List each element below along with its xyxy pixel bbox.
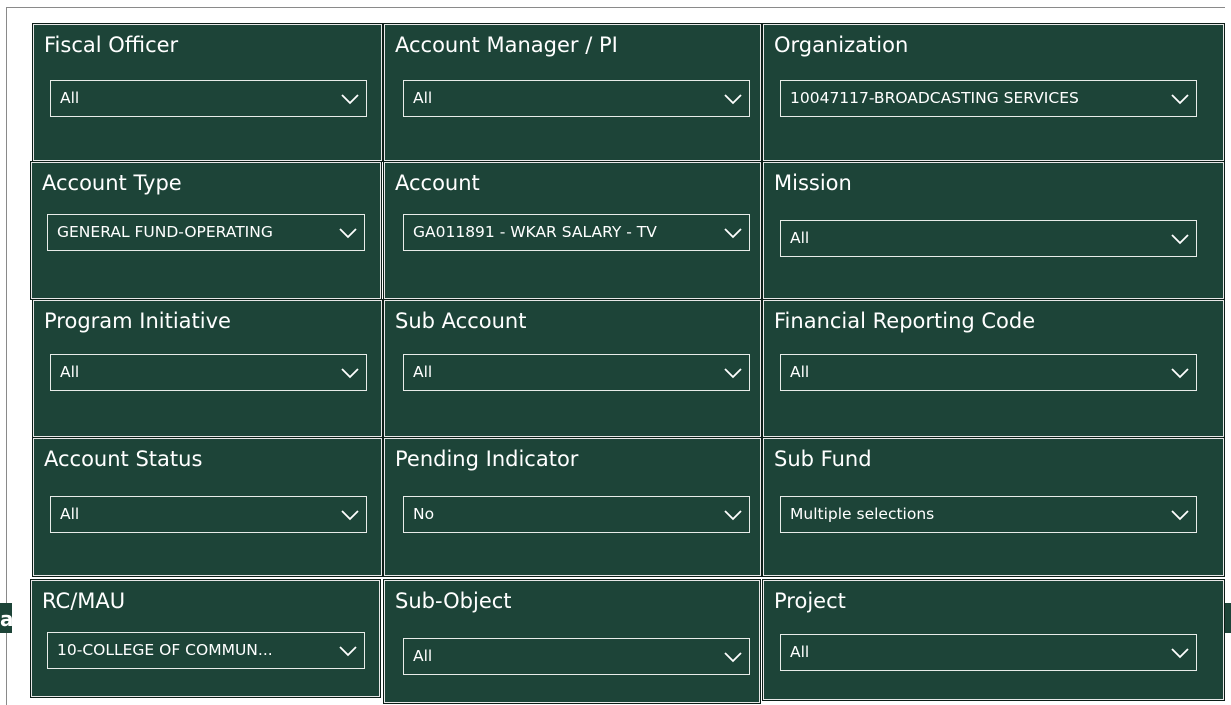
slicer-title: Program Initiative — [44, 309, 231, 333]
dropdown-value: All — [60, 505, 80, 523]
chevron-down-icon — [341, 94, 359, 105]
chevron-down-icon — [724, 228, 742, 239]
sub-account-dropdown[interactable]: All — [403, 354, 750, 391]
dropdown-value: 10-COLLEGE OF COMMUN... — [57, 641, 273, 659]
account-status-dropdown[interactable]: All — [50, 496, 367, 533]
frame-left-border — [6, 8, 7, 705]
chevron-down-icon — [339, 646, 357, 657]
chevron-down-icon — [724, 94, 742, 105]
background-label-strip: ar — [0, 603, 23, 633]
slicer-title: Account Type — [42, 171, 182, 195]
chevron-down-icon — [1171, 648, 1189, 659]
fiscal-officer-dropdown[interactable]: All — [50, 80, 367, 117]
dropdown-value: All — [413, 89, 433, 107]
dropdown-value: All — [413, 363, 433, 381]
slicer-account-manager: Account Manager / PI All — [383, 23, 762, 162]
slicer-title: Project — [774, 589, 846, 613]
dropdown-value: GENERAL FUND-OPERATING — [57, 223, 273, 241]
slicer-title: Sub Account — [395, 309, 527, 333]
sub-object-dropdown[interactable]: All — [403, 638, 750, 675]
chevron-down-icon — [724, 368, 742, 379]
slicer-account-status: Account Status All — [32, 437, 383, 577]
slicer-fiscal-officer: Fiscal Officer All — [32, 23, 383, 162]
program-initiative-dropdown[interactable]: All — [50, 354, 367, 391]
slicer-rc-mau: RC/MAU 10-COLLEGE OF COMMUN... — [30, 579, 381, 698]
dropdown-value: GA011891 - WKAR SALARY - TV — [413, 223, 657, 241]
slicer-title: Mission — [774, 171, 852, 195]
slicer-title: Financial Reporting Code — [774, 309, 1036, 333]
slicer-organization: Organization 10047117-BROADCASTING SERVI… — [762, 23, 1225, 162]
dropdown-value: 10047117-BROADCASTING SERVICES — [790, 89, 1079, 107]
slicer-sub-object: Sub-Object All — [383, 579, 761, 704]
chevron-down-icon — [341, 368, 359, 379]
dropdown-value: All — [413, 647, 433, 665]
rc-mau-dropdown[interactable]: 10-COLLEGE OF COMMUN... — [47, 632, 365, 669]
account-type-dropdown[interactable]: GENERAL FUND-OPERATING — [47, 214, 365, 251]
pending-indicator-dropdown[interactable]: No — [403, 496, 750, 533]
slicer-sub-account: Sub Account All — [383, 299, 762, 438]
chevron-down-icon — [1171, 368, 1189, 379]
chevron-down-icon — [1171, 234, 1189, 245]
background-label: ar — [0, 607, 24, 631]
slicer-financial-reporting-code: Financial Reporting Code All — [762, 299, 1225, 438]
dropdown-value: Multiple selections — [790, 505, 935, 523]
account-manager-dropdown[interactable]: All — [403, 80, 750, 117]
slicer-account-type: Account Type GENERAL FUND-OPERATING — [30, 161, 382, 300]
slicer-title: Fiscal Officer — [44, 33, 179, 57]
dropdown-value: No — [413, 505, 435, 523]
slicer-title: Account — [395, 171, 480, 195]
project-dropdown[interactable]: All — [780, 634, 1197, 671]
slicer-title: Sub-Object — [395, 589, 512, 613]
mission-dropdown[interactable]: All — [780, 220, 1197, 257]
dropdown-value: All — [790, 363, 810, 381]
slicer-mission: Mission All — [762, 161, 1225, 300]
slicer-title: Account Manager / PI — [395, 33, 618, 57]
slicer-project: Project All — [762, 579, 1225, 701]
account-dropdown[interactable]: GA011891 - WKAR SALARY - TV — [403, 214, 750, 251]
slicer-title: Organization — [774, 33, 909, 57]
chevron-down-icon — [1171, 510, 1189, 521]
dropdown-value: All — [790, 229, 810, 247]
dropdown-value: All — [790, 643, 810, 661]
slicer-sub-fund: Sub Fund Multiple selections — [762, 437, 1225, 577]
chevron-down-icon — [1171, 94, 1189, 105]
slicer-title: Account Status — [44, 447, 203, 471]
dropdown-value: All — [60, 89, 80, 107]
slicer-pending-indicator: Pending Indicator No — [383, 437, 762, 577]
dropdown-value: All — [60, 363, 80, 381]
financial-reporting-code-dropdown[interactable]: All — [780, 354, 1197, 391]
chevron-down-icon — [724, 510, 742, 521]
chevron-down-icon — [339, 228, 357, 239]
slicer-title: Pending Indicator — [395, 447, 579, 471]
background-strip-right — [1224, 603, 1231, 633]
slicer-program-initiative: Program Initiative All — [32, 299, 383, 438]
slicer-account: Account GA011891 - WKAR SALARY - TV — [383, 161, 762, 300]
organization-dropdown[interactable]: 10047117-BROADCASTING SERVICES — [780, 80, 1197, 117]
frame-top-border — [6, 7, 1225, 8]
chevron-down-icon — [341, 510, 359, 521]
sub-fund-dropdown[interactable]: Multiple selections — [780, 496, 1197, 533]
slicer-panel-page: ar Fiscal Officer All Account Manager / … — [0, 0, 1231, 705]
slicer-title: Sub Fund — [774, 447, 872, 471]
chevron-down-icon — [724, 652, 742, 663]
slicer-title: RC/MAU — [42, 589, 126, 613]
